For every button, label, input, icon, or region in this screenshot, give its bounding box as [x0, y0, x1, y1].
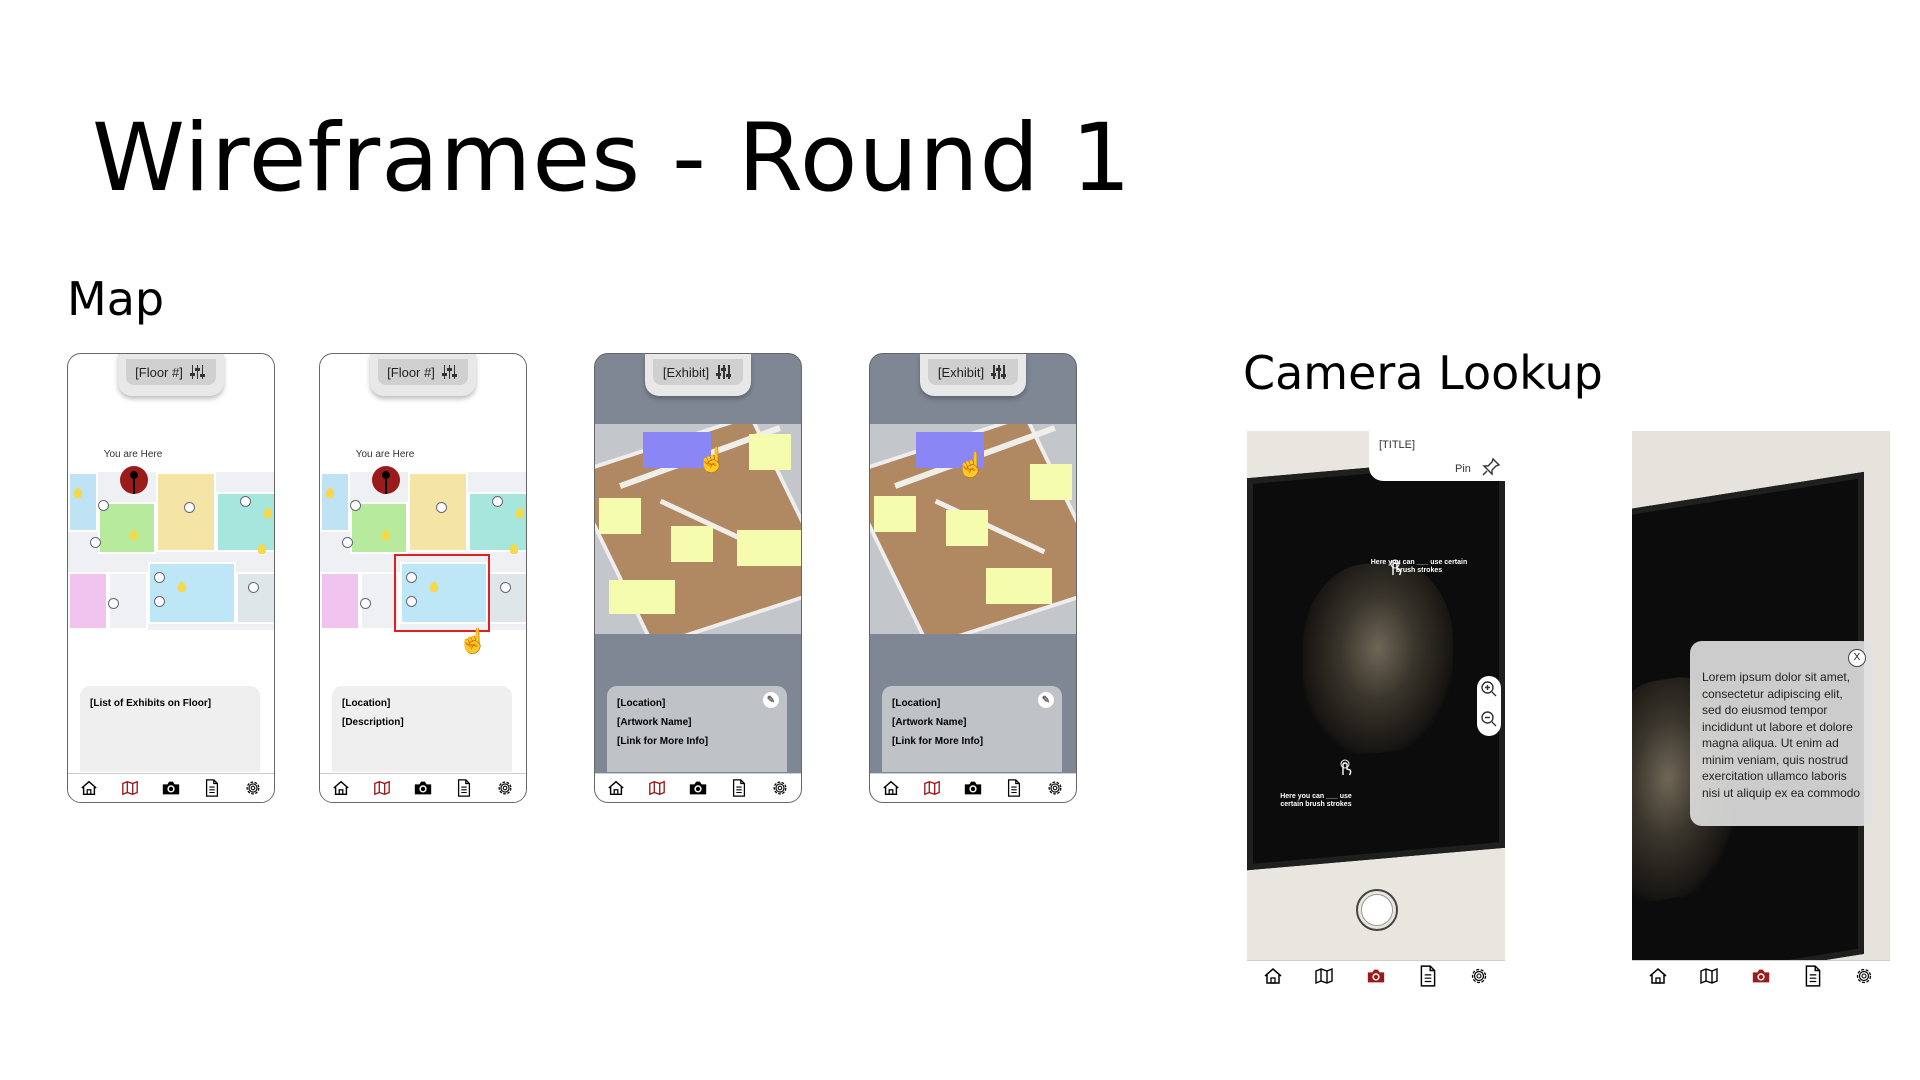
sheet-line: [Location] — [617, 698, 666, 709]
map-icon[interactable] — [1314, 966, 1334, 986]
tab-bar — [1632, 960, 1890, 991]
home-icon[interactable] — [331, 778, 351, 798]
home-icon[interactable] — [606, 778, 626, 798]
camera-icon[interactable] — [688, 778, 708, 798]
zoom-out-icon[interactable] — [1480, 710, 1498, 733]
map-screen-location: [Floor #] You are Here ☝ [Location] [Des… — [319, 353, 527, 803]
filter-icon[interactable] — [189, 365, 207, 379]
sheet-line: [Description] — [342, 717, 404, 728]
camera-screen-overlay: [TITLE] Pin Here you can ___ use certain… — [1247, 431, 1505, 991]
sheet-line: [Artwork Name] — [892, 717, 967, 728]
shutter-button[interactable] — [1356, 889, 1398, 931]
map-screen-exhibit-selected: ☝ [Exhibit] [Location] [Artwork Name] [L… — [869, 353, 1077, 803]
map-heading: Map — [67, 272, 165, 326]
tab-bar — [870, 773, 1076, 802]
pin-label: Pin — [1455, 463, 1471, 475]
exhibit-sheet[interactable]: [Location] [Artwork Name] [Link for More… — [607, 686, 787, 772]
zoom-in-icon[interactable] — [1480, 680, 1498, 703]
sheet-line: [Artwork Name] — [617, 717, 692, 728]
floor-label: [Floor #] — [135, 364, 183, 380]
artwork-info-popup: X Lorem ipsum dolor sit amet, consectetu… — [1690, 641, 1874, 826]
camera-icon[interactable] — [963, 778, 983, 798]
document-icon[interactable] — [1803, 965, 1823, 987]
gear-icon[interactable] — [1045, 778, 1065, 798]
floor-header[interactable]: [Floor #] — [118, 354, 224, 396]
location-pin-icon — [120, 466, 148, 494]
document-icon[interactable] — [729, 778, 749, 798]
floor-plan-map[interactable] — [68, 472, 274, 630]
document-icon[interactable] — [1418, 965, 1438, 987]
popup-text: Lorem ipsum dolor sit amet, consectetur … — [1702, 670, 1861, 800]
exhibit-3d-floorplan[interactable]: ☝ — [870, 424, 1076, 634]
gear-icon[interactable] — [495, 778, 515, 798]
annotation-hint-top: Here you can ___ use certain brush strok… — [1370, 559, 1468, 574]
camera-heading: Camera Lookup — [1243, 346, 1603, 400]
home-icon[interactable] — [881, 778, 901, 798]
map-icon[interactable] — [647, 778, 667, 798]
artwork-title-card[interactable]: [TITLE] Pin — [1369, 431, 1505, 481]
sheet-line[interactable]: [Link for More Info] — [617, 732, 777, 751]
home-icon[interactable] — [1263, 966, 1283, 986]
location-pin-icon — [372, 466, 400, 494]
exhibit-3d-floorplan[interactable]: ☝ — [595, 424, 801, 634]
document-icon[interactable] — [202, 778, 222, 798]
pin-icon[interactable] — [1481, 457, 1501, 480]
annotation-hint-bottom: Here you can ___ use certain brush strok… — [1280, 793, 1352, 808]
selected-room-highlight — [394, 554, 490, 632]
tap-gesture-icon: ☝ — [458, 628, 488, 655]
camera-icon[interactable] — [1366, 966, 1386, 986]
gear-icon[interactable] — [1469, 966, 1489, 986]
artwork-title: [TITLE] — [1379, 439, 1416, 451]
tap-gesture-icon: ☝ — [956, 452, 986, 479]
map-screen-floor: [Floor #] You are Here [List of Exhibits… — [67, 353, 275, 803]
tab-bar — [68, 773, 274, 802]
tab-bar — [320, 773, 526, 802]
exhibit-sheet[interactable]: [Location] [Artwork Name] [Link for More… — [882, 686, 1062, 772]
floor-label: [Floor #] — [387, 364, 435, 380]
home-icon[interactable] — [79, 778, 99, 798]
gear-icon[interactable] — [243, 778, 263, 798]
filter-icon[interactable] — [990, 365, 1008, 379]
zoom-controls — [1477, 676, 1501, 736]
map-icon[interactable] — [120, 778, 140, 798]
document-icon[interactable] — [454, 778, 474, 798]
camera-icon[interactable] — [413, 778, 433, 798]
pin-icon[interactable]: ✎ — [763, 692, 779, 708]
sheet-line: [Location] — [892, 698, 941, 709]
camera-screen-detail: X Lorem ipsum dolor sit amet, consectetu… — [1632, 431, 1890, 991]
pin-icon[interactable]: ✎ — [1038, 692, 1054, 708]
gear-icon[interactable] — [770, 778, 790, 798]
map-icon[interactable] — [372, 778, 392, 798]
gear-icon[interactable] — [1854, 966, 1874, 986]
slide-title: Wireframes - Round 1 — [92, 104, 1132, 213]
filter-icon[interactable] — [715, 365, 733, 379]
camera-icon[interactable] — [1751, 966, 1771, 986]
exhibits-sheet[interactable]: [List of Exhibits on Floor] — [80, 686, 260, 772]
tap-gesture-icon[interactable] — [1387, 559, 1403, 582]
map-icon[interactable] — [1699, 966, 1719, 986]
tab-bar — [1247, 960, 1505, 991]
exhibit-header[interactable]: [Exhibit] — [920, 354, 1026, 396]
camera-icon[interactable] — [161, 778, 181, 798]
sheet-line: [Location] — [342, 698, 391, 709]
location-sheet[interactable]: [Location] [Description] — [332, 686, 512, 772]
exhibit-label: [Exhibit] — [937, 364, 985, 380]
sheet-line: [List of Exhibits on Floor] — [90, 698, 212, 709]
floor-header[interactable]: [Floor #] — [370, 354, 476, 396]
you-are-here-label: You are Here — [355, 449, 415, 460]
exhibit-header[interactable]: [Exhibit] — [645, 354, 751, 396]
home-icon[interactable] — [1648, 966, 1668, 986]
map-icon[interactable] — [922, 778, 942, 798]
filter-icon[interactable] — [441, 365, 459, 379]
close-button[interactable]: X — [1848, 649, 1866, 667]
exhibit-label: [Exhibit] — [662, 364, 710, 380]
tap-gesture-icon[interactable] — [1337, 759, 1353, 782]
floor-plan-map[interactable] — [320, 472, 526, 632]
map-screen-exhibit: ☝ [Exhibit] [Location] [Artwork Name] [L… — [594, 353, 802, 803]
sheet-line[interactable]: [Link for More Info] — [892, 732, 1052, 751]
document-icon[interactable] — [1004, 778, 1024, 798]
tap-gesture-icon: ☝ — [697, 447, 727, 474]
tab-bar — [595, 773, 801, 802]
you-are-here-label: You are Here — [103, 449, 163, 460]
